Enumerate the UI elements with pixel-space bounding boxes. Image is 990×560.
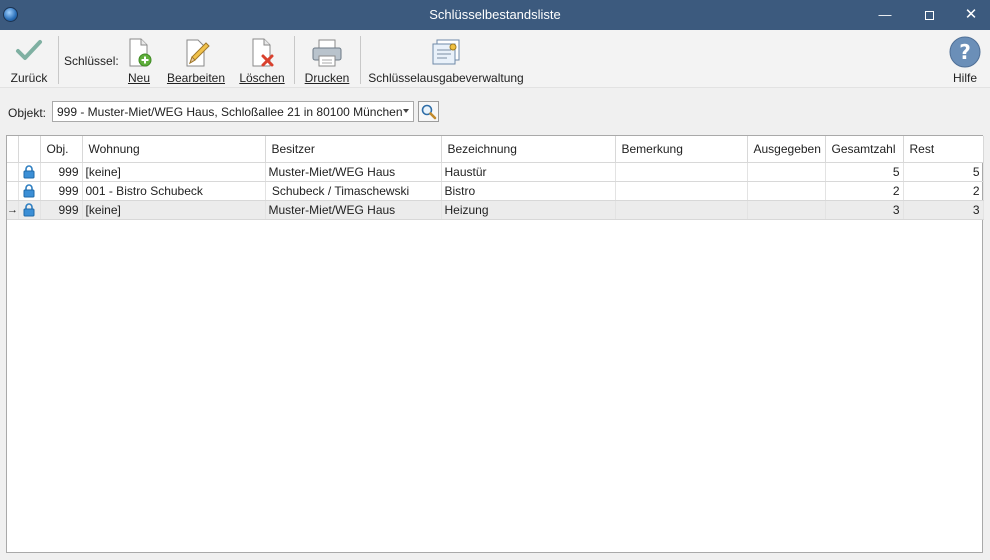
key-issue-management-label: Schlüsselausgabeverwaltung (368, 71, 524, 85)
object-select[interactable]: 999 - Muster-Miet/WEG Haus, Schloßallee … (52, 101, 414, 122)
column-header-bemerkung[interactable]: Bemerkung (615, 136, 748, 163)
edit-pencil-icon (186, 39, 210, 67)
print-label: Drucken (304, 71, 350, 85)
table-row[interactable]: 999 [keine] Muster-Miet/WEG Haus Haustür… (7, 162, 984, 182)
new-document-icon (129, 38, 152, 67)
title-bar: Schlüsselbestandsliste — ✕ (0, 0, 990, 30)
lock-icon (23, 202, 35, 216)
key-inventory-table: Obj. Wohnung Besitzer Bezeichnung Bemerk… (7, 136, 984, 220)
cell-gesamtzahl: 2 (825, 181, 904, 201)
cell-ausgegeben (747, 200, 826, 220)
lock-cell (18, 181, 41, 201)
help-icon: ? (949, 36, 981, 68)
table-header-row: Obj. Wohnung Besitzer Bezeichnung Bemerk… (7, 136, 984, 163)
help-button[interactable]: ? Hilfe (944, 30, 986, 88)
delete-key-button[interactable]: Löschen (238, 30, 286, 88)
print-button[interactable]: Drucken (302, 30, 352, 88)
search-icon (421, 104, 437, 120)
maximize-icon (924, 11, 934, 21)
toolbar-separator (360, 36, 361, 84)
svg-text:?: ? (959, 40, 971, 64)
cell-wohnung: [keine] (82, 162, 266, 182)
maximize-button[interactable] (906, 0, 952, 30)
edit-key-button[interactable]: Bearbeiten (166, 30, 226, 88)
cell-bemerkung (615, 181, 748, 201)
cell-rest: 3 (903, 200, 984, 220)
row-indicator (7, 181, 19, 201)
toolbar-separator (58, 36, 59, 84)
column-header-bezeichnung[interactable]: Bezeichnung (441, 136, 616, 163)
cell-besitzer: Schubeck / Timaschewski (265, 181, 442, 201)
toolbar-separator (294, 36, 295, 84)
column-header-rest[interactable]: Rest (903, 136, 984, 163)
table-row[interactable]: 999 001 - Bistro Schubeck Schubeck / Tim… (7, 181, 984, 201)
back-button[interactable]: Zurück (6, 30, 52, 88)
cell-ausgegeben (747, 181, 826, 201)
object-search-button[interactable] (418, 101, 439, 122)
new-key-label: Neu (127, 71, 150, 85)
lock-column-header (18, 136, 41, 163)
cell-obj: 999 (40, 181, 83, 201)
help-label: Hilfe (952, 71, 977, 85)
chevron-down-icon[interactable] (403, 109, 409, 113)
cell-bemerkung (615, 200, 748, 220)
cell-obj: 999 (40, 200, 83, 220)
cell-obj: 999 (40, 162, 83, 182)
column-header-obj[interactable]: Obj. (40, 136, 83, 163)
column-header-wohnung[interactable]: Wohnung (82, 136, 266, 163)
key-issue-management-button[interactable]: Schlüsselausgabeverwaltung (368, 30, 524, 88)
key-management-icon (432, 39, 460, 65)
checkmark-icon (16, 40, 42, 60)
cell-besitzer: Muster-Miet/WEG Haus (265, 162, 442, 182)
column-header-besitzer[interactable]: Besitzer (265, 136, 442, 163)
minimize-button[interactable]: — (862, 0, 908, 30)
lock-cell (18, 162, 41, 182)
object-selector-row: Objekt: 999 - Muster-Miet/WEG Haus, Schl… (0, 99, 990, 125)
cell-rest: 2 (903, 181, 984, 201)
cell-wohnung: 001 - Bistro Schubeck (82, 181, 266, 201)
key-group-label: Schlüssel: (64, 54, 119, 68)
cell-ausgegeben (747, 162, 826, 182)
cell-wohnung: [keine] (82, 200, 266, 220)
cell-bemerkung (615, 162, 748, 182)
minimize-icon: — (878, 7, 892, 22)
column-header-gesamtzahl[interactable]: Gesamtzahl (825, 136, 904, 163)
printer-icon (312, 39, 342, 67)
close-button[interactable]: ✕ (948, 0, 990, 30)
key-inventory-grid: Obj. Wohnung Besitzer Bezeichnung Bemerk… (6, 135, 984, 553)
column-header-ausgegeben[interactable]: Ausgegeben (747, 136, 826, 163)
delete-key-label: Löschen (239, 71, 285, 85)
table-row-selected[interactable]: → 999 [keine] Muster-Miet/WEG Haus Heizu… (7, 200, 984, 220)
cell-rest: 5 (903, 162, 984, 182)
current-row-indicator: → (7, 200, 19, 220)
cell-gesamtzahl: 5 (825, 162, 904, 182)
cell-bezeichnung: Heizung (441, 200, 616, 220)
cell-bezeichnung: Haustür (441, 162, 616, 182)
edit-key-label: Bearbeiten (166, 71, 226, 85)
cell-bezeichnung: Bistro (441, 181, 616, 201)
delete-document-icon (252, 38, 274, 67)
lock-cell (18, 200, 41, 220)
row-indicator-header (7, 136, 19, 163)
object-label: Objekt: (8, 106, 47, 120)
back-label: Zurück (10, 71, 48, 85)
cell-gesamtzahl: 3 (825, 200, 904, 220)
new-key-button[interactable]: Neu (120, 30, 158, 88)
window-title: Schlüsselbestandsliste (429, 7, 561, 22)
lock-icon (23, 164, 35, 178)
row-indicator (7, 162, 19, 182)
cell-besitzer: Muster-Miet/WEG Haus (265, 200, 442, 220)
object-select-value: 999 - Muster-Miet/WEG Haus, Schloßallee … (57, 105, 403, 119)
lock-icon (23, 183, 35, 197)
toolbar: Zurück Schlüssel: Neu Bearbeiten Löschen (0, 30, 990, 88)
close-icon: ✕ (964, 6, 978, 23)
